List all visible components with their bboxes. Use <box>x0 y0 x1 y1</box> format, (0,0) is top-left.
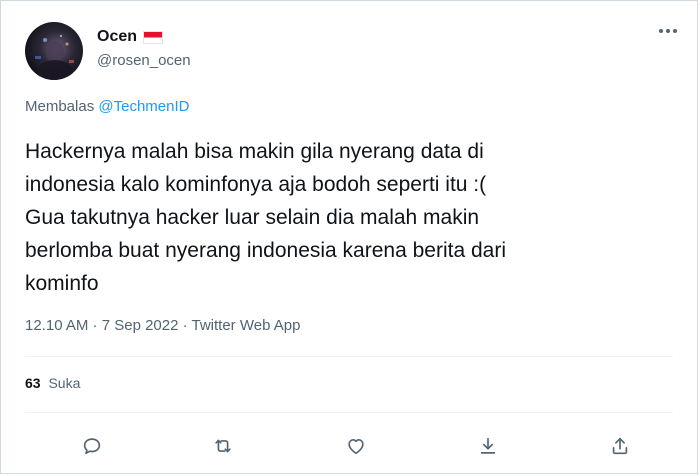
more-dot <box>666 29 670 33</box>
share-button[interactable] <box>605 431 635 461</box>
tweet-meta[interactable]: 12.10 AM · 7 Sep 2022 · Twitter Web App <box>25 317 300 334</box>
divider <box>25 412 673 413</box>
tweet-card: Ocen @rosen_ocen Membalas @TechmenID Hac… <box>0 0 698 474</box>
tweet-text: Hackernya malah bisa makin gila nyerang … <box>25 140 506 295</box>
author-display-name[interactable]: Ocen <box>97 28 137 46</box>
avatar[interactable] <box>25 22 83 80</box>
more-dot <box>659 29 663 33</box>
reply-prefix: Membalas <box>25 98 95 115</box>
author-handle[interactable]: @rosen_ocen <box>97 52 191 69</box>
reply-mention-link[interactable]: @TechmenID <box>98 98 189 115</box>
reply-context: Membalas @TechmenID <box>25 98 189 115</box>
reply-icon <box>83 438 101 455</box>
more-options-icon[interactable] <box>659 29 677 33</box>
divider <box>25 356 673 357</box>
action-bar <box>1 431 697 461</box>
share-icon <box>612 437 628 455</box>
more-dot <box>673 29 677 33</box>
likes-label: Suka <box>48 375 81 391</box>
reply-button[interactable] <box>77 431 107 461</box>
author-name-row: Ocen <box>97 28 164 46</box>
likes-summary[interactable]: 63 Suka <box>25 375 80 391</box>
retweet-button[interactable] <box>208 431 238 461</box>
like-button[interactable] <box>341 431 371 461</box>
indonesia-flag-icon <box>143 30 164 44</box>
retweet-icon <box>215 439 231 453</box>
likes-count: 63 <box>25 375 41 391</box>
bookmark-icon <box>480 437 496 454</box>
like-icon <box>348 439 364 455</box>
bookmark-button[interactable] <box>473 431 503 461</box>
